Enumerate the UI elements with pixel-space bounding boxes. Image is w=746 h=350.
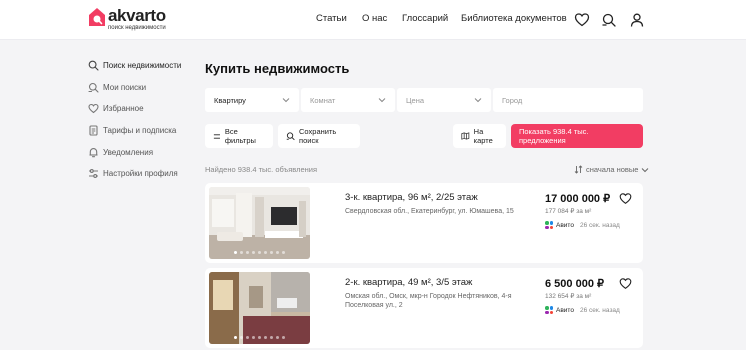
price-placeholder: Цена [406, 95, 425, 105]
listing-address: Свердловская обл., Екатеринбург, ул. Юма… [345, 208, 514, 215]
sort-label: сначала новые [586, 165, 639, 174]
listing-card[interactable]: 2-к. квартира, 49 м², 3/5 этаж Омская об… [205, 268, 643, 348]
listing-source: Авито 26 сек. назад [545, 306, 620, 314]
nav-documents-library[interactable]: Библиотека документов [461, 13, 567, 24]
sidebar-item-label: Мои поиски [103, 82, 147, 92]
sidebar-item-favorites[interactable]: Избранное [88, 101, 144, 115]
all-filters-button[interactable]: Все фильтры [205, 124, 273, 148]
sidebar-item-tariffs[interactable]: Тарифы и подписка [88, 123, 176, 137]
settings-icon [89, 168, 98, 178]
listing-price-per-m2: 132 654 ₽ за м² [545, 293, 592, 300]
heart-icon[interactable] [574, 12, 590, 28]
listing-card[interactable]: 3-к. квартира, 96 м², 2/25 этаж Свердлов… [205, 183, 643, 263]
listing-photo-image [209, 272, 310, 344]
listing-time: 26 сек. назад [579, 306, 620, 314]
source-name: Авито [556, 306, 574, 314]
listing-address: Омская обл., Омск, мкр-н Городок Нефтяни… [345, 293, 512, 309]
rooms-select[interactable]: Комнат [301, 88, 395, 112]
sidebar-item-label: Настройки профиля [103, 168, 178, 178]
save-search-label: Сохранить поиск [299, 127, 337, 145]
sidebar-item-label: Уведомления [103, 147, 154, 157]
city-placeholder: Город [502, 95, 523, 105]
nav-about[interactable]: О нас [362, 13, 387, 24]
property-type-value: Квартиру [214, 95, 246, 105]
avito-logo-icon [545, 221, 553, 229]
saved-search-icon [286, 132, 295, 141]
listing-photo[interactable] [209, 272, 310, 344]
listing-time: 26 сек. назад [579, 221, 620, 229]
chevron-down-icon [474, 98, 482, 103]
sidebar-item-notifications[interactable]: Уведомления [88, 145, 153, 159]
price-select[interactable]: Цена [397, 88, 491, 112]
save-search-button[interactable]: Сохранить поиск [278, 124, 360, 148]
sidebar-item-search[interactable]: Поиск недвижимости [88, 58, 181, 72]
logo-house-icon [89, 8, 105, 26]
filters-icon [213, 133, 220, 139]
all-filters-label: Все фильтры [224, 127, 256, 145]
results-count: Найдено 938.4 тыс. объявления [205, 165, 318, 174]
sidebar-item-my-searches[interactable]: Мои поиски [88, 80, 146, 94]
nav-glossary[interactable]: Глоссарий [402, 13, 448, 24]
show-results-button[interactable]: Показать 938.4 тыс. предложения [511, 124, 643, 148]
logo-name: akvarto [108, 6, 166, 25]
rooms-placeholder: Комнат [310, 95, 336, 105]
map-label: На карте [473, 127, 493, 145]
search-saved-icon[interactable] [601, 12, 617, 28]
nav-articles[interactable]: Статьи [316, 13, 347, 24]
listing-photo[interactable] [209, 187, 310, 259]
photo-pager[interactable] [209, 251, 310, 254]
document-icon [89, 124, 98, 136]
sort-icon [574, 165, 583, 174]
sidebar-item-label: Избранное [103, 103, 144, 113]
map-icon [461, 132, 470, 140]
page-title: Купить недвижимость [205, 61, 350, 76]
listing-title[interactable]: 2-к. квартира, 49 м², 3/5 этаж [345, 277, 472, 288]
chevron-down-icon [642, 167, 649, 172]
listing-photo-image [209, 187, 310, 259]
city-input[interactable]: Город [493, 88, 643, 112]
sort-select[interactable]: сначала новые [574, 165, 649, 174]
sidebar-item-label: Поиск недвижимости [103, 60, 182, 70]
chevron-down-icon [282, 98, 290, 103]
sidebar-item-profile-settings[interactable]: Настройки профиля [88, 166, 178, 180]
logo[interactable]: akvarto поиск недвижимости [88, 7, 166, 32]
chevron-down-icon [378, 98, 386, 103]
search-icon [88, 60, 99, 71]
heart-icon [88, 103, 99, 113]
avito-logo-icon [545, 306, 553, 314]
sidebar-item-label: Тарифы и подписка [103, 125, 177, 135]
user-icon[interactable] [629, 12, 645, 28]
listing-price: 6 500 000 ₽ [545, 278, 604, 290]
source-name: Авито [556, 221, 574, 229]
listing-price: 17 000 000 ₽ [545, 193, 611, 205]
photo-pager[interactable] [209, 336, 310, 339]
saved-search-icon [88, 82, 99, 93]
top-header: akvarto поиск недвижимости Статьи О нас … [0, 0, 746, 40]
property-type-select[interactable]: Квартиру [205, 88, 299, 112]
show-results-label: Показать 938.4 тыс. предложения [519, 127, 589, 145]
favorite-heart-icon[interactable] [619, 277, 632, 290]
listing-title[interactable]: 3-к. квартира, 96 м², 2/25 этаж [345, 192, 478, 203]
map-button[interactable]: На карте [453, 124, 506, 148]
bell-icon [89, 147, 98, 157]
listing-price-per-m2: 177 084 ₽ за м² [545, 208, 592, 215]
listing-source: Авито 26 сек. назад [545, 221, 620, 229]
logo-subtitle: поиск недвижимости [108, 25, 166, 31]
favorite-heart-icon[interactable] [619, 192, 632, 205]
